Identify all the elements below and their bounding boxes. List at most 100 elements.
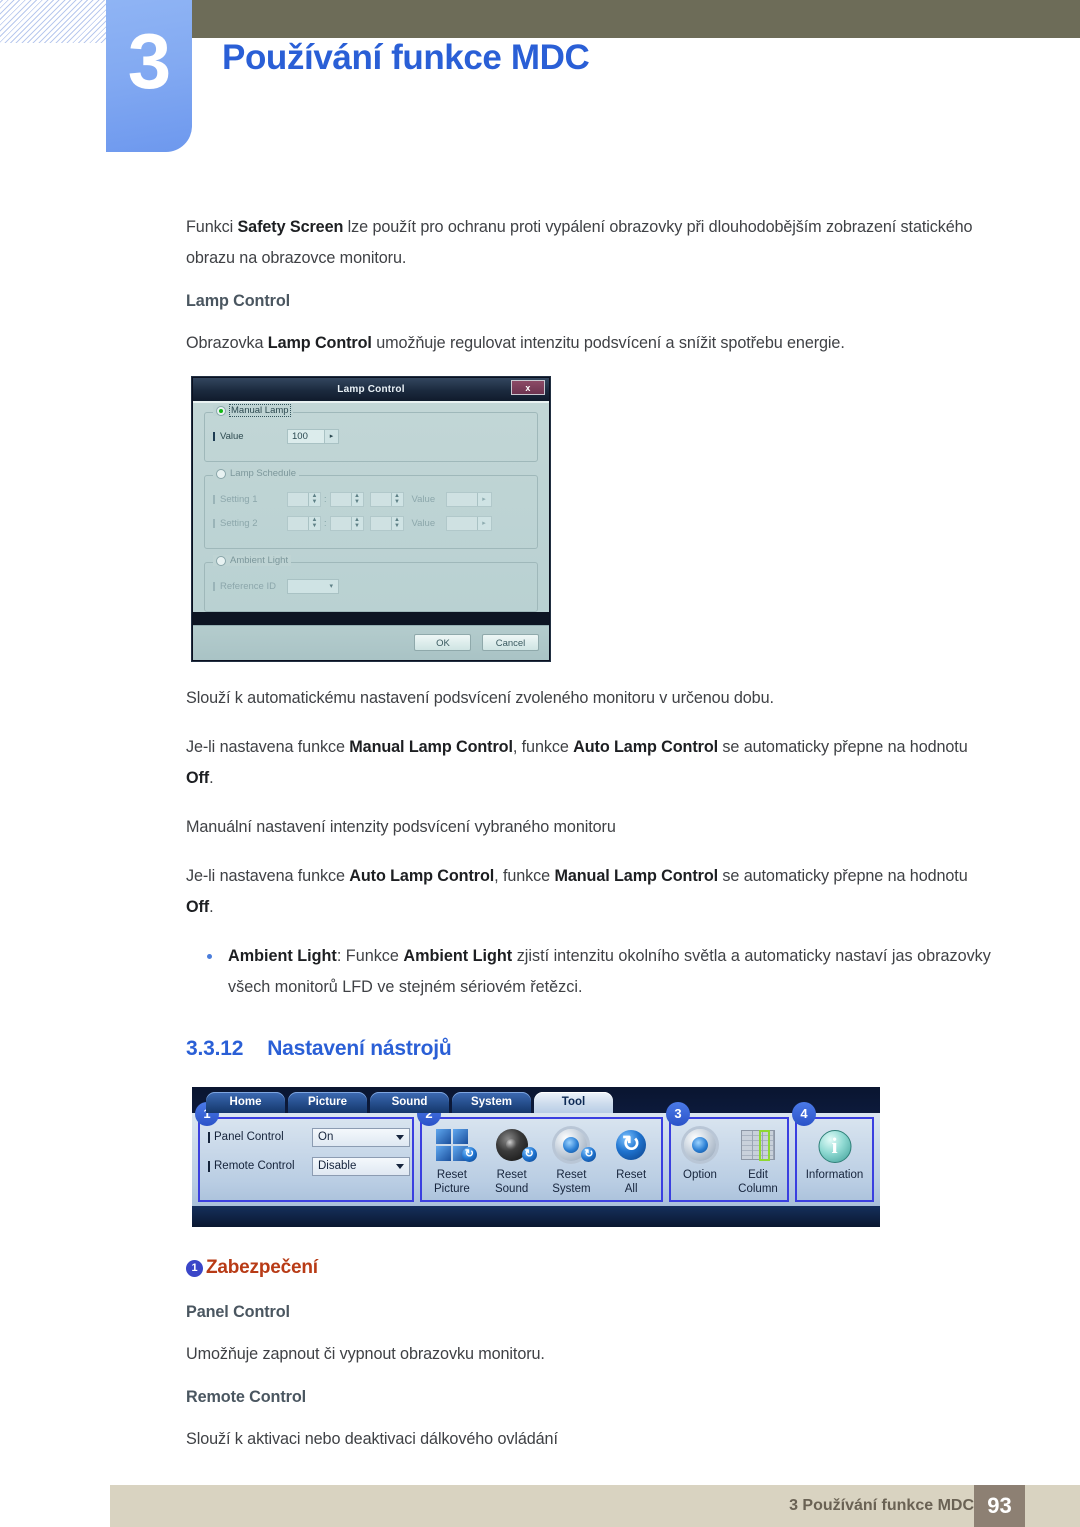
setting-1-hour-input[interactable]: ▲ ▼ xyxy=(287,491,321,507)
dialog-title: Lamp Control xyxy=(337,384,405,395)
ambient-light-legend[interactable]: Ambient Light xyxy=(213,555,292,566)
panel-control-label: Panel Control xyxy=(208,1131,312,1143)
ambient-bullet-bold-1: Ambient Light xyxy=(228,947,337,965)
auto-manual-bold-3: Off xyxy=(186,898,210,916)
edit-column-button[interactable]: Edit Column xyxy=(729,1127,787,1196)
information-button[interactable]: Information xyxy=(806,1127,864,1182)
toolbar-group-reset: 2 Reset Picture Reset Sound xyxy=(417,1102,663,1202)
hour-stepper-icon[interactable]: ▲ ▼ xyxy=(308,516,320,530)
setting-2-hour-input[interactable]: ▲ ▼ xyxy=(287,515,321,531)
time-colon-1: : xyxy=(324,494,327,504)
setting-2-row: Setting 2 ▲ ▼ : ▲ ▼ ▲ ▼ Value ▸ xyxy=(213,514,529,532)
option-gear-icon xyxy=(671,1127,729,1165)
remote-control-select[interactable]: Disable xyxy=(312,1156,410,1176)
tab-home[interactable]: Home xyxy=(206,1092,285,1113)
cancel-button[interactable]: Cancel xyxy=(482,634,539,651)
tab-sound[interactable]: Sound xyxy=(370,1092,449,1113)
dialog-footer: OK Cancel xyxy=(193,625,549,660)
tool-toolbar-screenshot: Home Picture Sound System Tool 1 Panel C… xyxy=(192,1087,880,1227)
manual-auto-pre: Je-li nastavena funkce xyxy=(186,738,350,756)
setting-1-minute-input[interactable]: ▲ ▼ xyxy=(329,491,364,507)
manual-auto-bold-3: Off xyxy=(186,769,210,787)
tab-picture[interactable]: Picture xyxy=(288,1092,367,1113)
panel-control-select[interactable]: On xyxy=(312,1127,410,1147)
manual-auto-end: . xyxy=(209,769,214,787)
setting-2-value-input[interactable]: ▸ xyxy=(445,515,492,531)
panel-control-value: On xyxy=(318,1131,334,1143)
minute-stepper-icon[interactable]: ▲ ▼ xyxy=(350,516,363,530)
chevron-down-icon[interactable] xyxy=(396,1134,404,1140)
tab-tool[interactable]: Tool xyxy=(534,1092,613,1113)
remote-control-label: Remote Control xyxy=(208,1160,312,1172)
setting-2-label: Setting 2 xyxy=(213,518,287,529)
manual-auto-post: se automaticky přepne na hodnotu xyxy=(718,738,968,756)
ok-button[interactable]: OK xyxy=(414,634,472,651)
ampm-stepper-icon[interactable]: ▲ ▼ xyxy=(390,492,403,506)
edit-column-line-1: Edit xyxy=(748,1169,768,1181)
manual-lamp-legend[interactable]: Manual Lamp xyxy=(213,404,293,417)
refresh-badge-icon xyxy=(581,1146,597,1162)
option-button[interactable]: Option xyxy=(671,1127,729,1182)
value-label: Value xyxy=(213,431,287,442)
toolbar-group-security: 1 Panel Control On Remote Control Disabl… xyxy=(195,1102,414,1202)
section-number: 3.3.12 xyxy=(186,1037,244,1060)
auto-manual-post: se automaticky přepne na hodnotu xyxy=(718,867,968,885)
reset-picture-button[interactable]: Reset Picture xyxy=(423,1127,481,1196)
setting-2-minute-input[interactable]: ▲ ▼ xyxy=(329,515,364,531)
setting-1-ampm-input[interactable]: ▲ ▼ xyxy=(369,491,404,507)
setting-1-row: Setting 1 ▲ ▼ : ▲ ▼ ▲ ▼ Value ▸ xyxy=(213,490,529,508)
reset-all-line-2: All xyxy=(624,1183,638,1195)
lamp-schedule-radio-icon[interactable] xyxy=(216,468,226,479)
setting-1-value-arrow-icon[interactable]: ▸ xyxy=(476,492,491,506)
hour-stepper-icon[interactable]: ▲ ▼ xyxy=(308,492,320,506)
reset-all-button[interactable]: Reset All xyxy=(602,1127,660,1196)
chevron-down-icon[interactable] xyxy=(396,1163,404,1169)
lamp-schedule-legend[interactable]: Lamp Schedule xyxy=(213,468,300,479)
tab-system[interactable]: System xyxy=(452,1092,531,1113)
after-dialog-paragraph: Slouží k automatickému nastavení podsvíc… xyxy=(186,689,774,707)
minute-stepper-icon[interactable]: ▲ ▼ xyxy=(350,492,363,506)
information-icon xyxy=(806,1127,864,1165)
value-label-text: Value xyxy=(220,430,244,442)
manual-lamp-radio-icon[interactable] xyxy=(216,405,226,416)
ambient-bullet-bold-2: Ambient Light xyxy=(403,947,513,965)
panel-control-subheading: Panel Control xyxy=(186,1303,290,1321)
auto-manual-bold-1: Auto Lamp Control xyxy=(349,867,495,885)
setting-1-value-input[interactable]: ▸ xyxy=(445,491,492,507)
close-icon[interactable]: x xyxy=(511,380,545,395)
reference-id-select[interactable]: ▾ xyxy=(287,578,339,594)
lamp-value-input[interactable]: 100 ▸ xyxy=(287,428,339,444)
intro-pre: Funkci xyxy=(186,218,238,236)
lamp-schedule-label: Lamp Schedule xyxy=(230,468,297,479)
lamp-schedule-group: Lamp Schedule Setting 1 ▲ ▼ : ▲ ▼ ▲ ▼ Value… xyxy=(204,468,538,549)
page-number: 93 xyxy=(974,1485,1025,1527)
ampm-stepper-icon[interactable]: ▲ ▼ xyxy=(390,516,403,530)
ambient-light-radio-icon[interactable] xyxy=(216,555,226,566)
panel-control-row: Panel Control On xyxy=(208,1126,412,1148)
setting-2-ampm-input[interactable]: ▲ ▼ xyxy=(369,515,404,531)
auto-manual-paragraph: Je-li nastavena funkce Auto Lamp Control… xyxy=(186,861,992,923)
reset-picture-line-2: Picture xyxy=(433,1183,470,1195)
setting-1-label: Setting 1 xyxy=(213,494,287,505)
remote-control-value: Disable xyxy=(318,1160,357,1172)
manual-lamp-label: Manual Lamp xyxy=(229,404,291,417)
chevron-down-icon[interactable]: ▾ xyxy=(329,582,333,590)
dialog-body: Manual Lamp Value 100 ▸ Lamp Schedule Se… xyxy=(193,401,549,612)
section-title: Nastavení nástrojů xyxy=(267,1037,452,1060)
manual-note-paragraph: Manuální nastavení intenzity podsvícení … xyxy=(186,818,616,836)
option-icons-row: Option Edit Column xyxy=(671,1119,787,1200)
setting-2-value-arrow-icon[interactable]: ▸ xyxy=(476,516,491,530)
chapter-number-badge: 3 xyxy=(106,0,192,152)
panel-control-label-text: Panel Control xyxy=(214,1131,284,1143)
lamp-value-arrow-icon[interactable]: ▸ xyxy=(324,429,338,443)
reset-all-icon xyxy=(602,1127,660,1165)
reset-sound-button[interactable]: Reset Sound xyxy=(483,1127,541,1196)
lamp-bold: Lamp Control xyxy=(267,334,372,352)
remote-control-label-text: Remote Control xyxy=(214,1160,295,1172)
callout-badge-1: 1 xyxy=(186,1259,203,1277)
reset-system-button[interactable]: Reset System xyxy=(542,1127,600,1196)
reference-id-label-text: Reference ID xyxy=(220,580,276,592)
auto-manual-mid: , funkce xyxy=(494,867,555,885)
panel-control-description: Umožňuje zapnout či vypnout obrazovku mo… xyxy=(186,1345,545,1363)
lamp-value-text: 100 xyxy=(292,430,308,442)
